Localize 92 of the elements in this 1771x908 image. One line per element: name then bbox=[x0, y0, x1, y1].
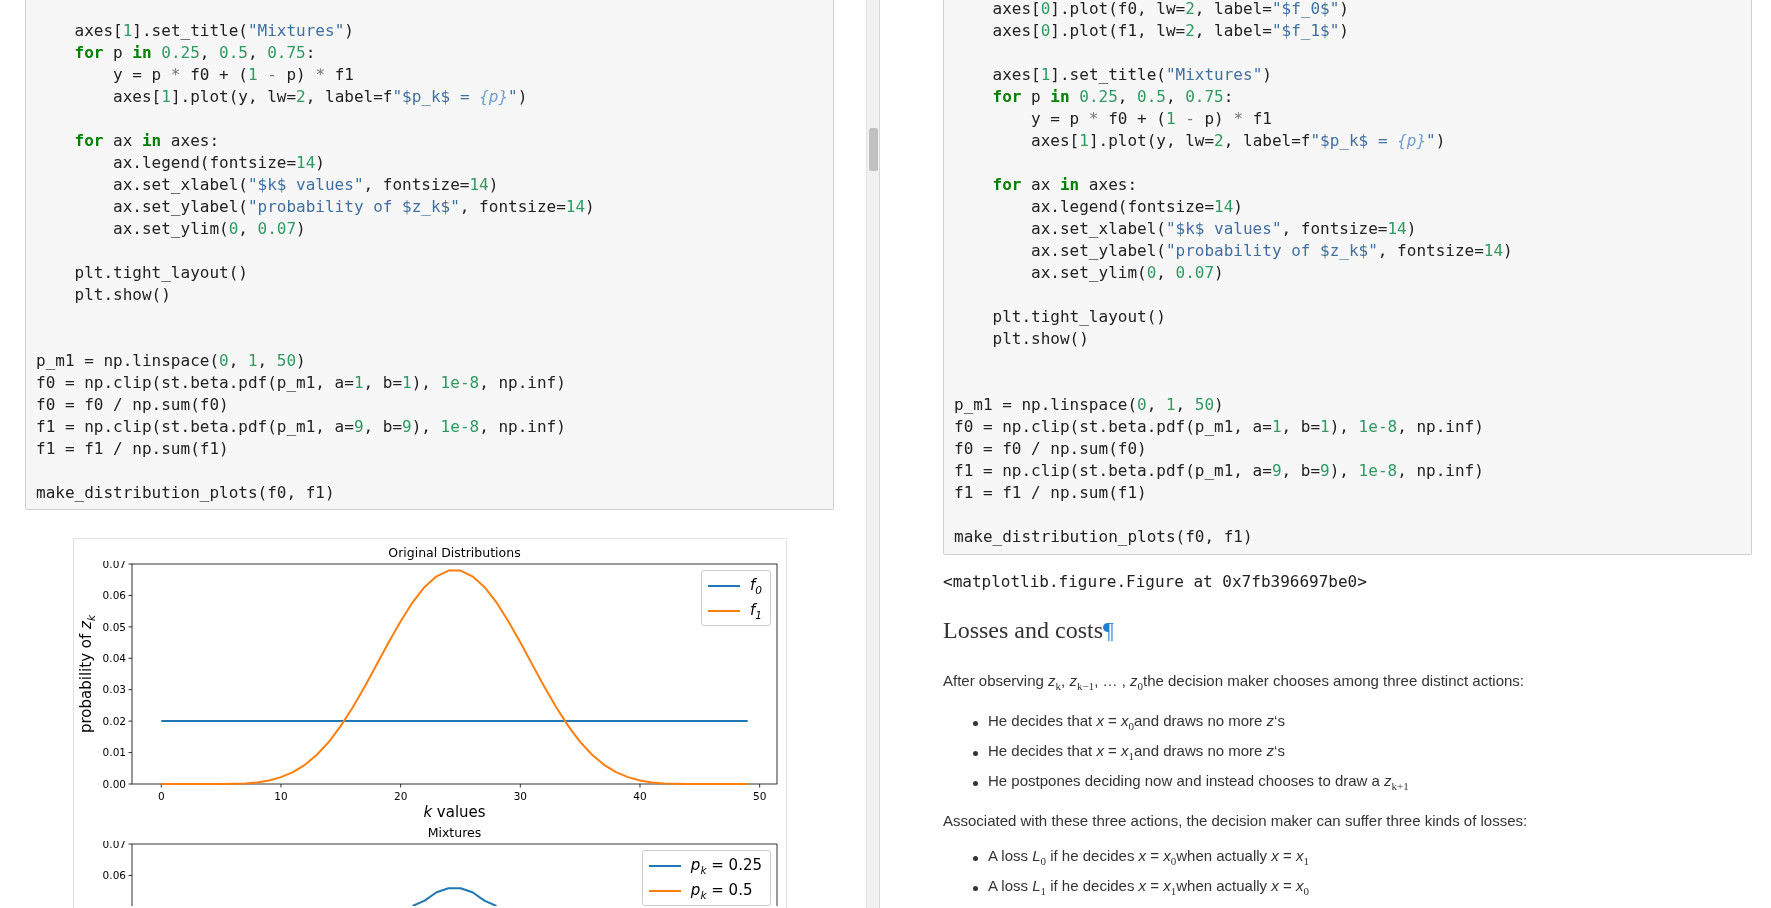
code-line: f1 = f1 / np.sum(f1) bbox=[36, 438, 230, 460]
code-line: f1 = np.clip(st.beta.pdf(p_m1, a=9, b=9), 1e-8, np.inf) bbox=[954, 460, 1485, 482]
legend-label: p$_{k}$ = 0.5 bbox=[690, 880, 753, 901]
tick-label: 30 bbox=[513, 789, 527, 802]
tick-label: 0.01 bbox=[102, 746, 126, 759]
tick-label: 0.06 bbox=[102, 869, 126, 882]
code-line: make_distribution_plots(f0, f1) bbox=[954, 526, 1254, 548]
tick-mark bbox=[160, 783, 162, 788]
code-line: ax.set_ylabel("probability of $z_k$", fontsize=14) bbox=[1030, 240, 1514, 262]
code-line: axes[0].plot(f0, lw=2, label="$f_0$") bbox=[991, 0, 1350, 20]
tick-label: 10 bbox=[274, 789, 288, 802]
code-line: f0 = np.clip(st.beta.pdf(p_m1, a=1, b=1), 1e-8, np.inf) bbox=[36, 372, 567, 394]
code-line: axes[0].plot(f1, lw=2, label="$f_1$") bbox=[991, 20, 1350, 42]
code-line: make_distribution_plots(f0, f1) bbox=[36, 482, 336, 504]
tick-mark bbox=[400, 783, 402, 788]
tick-mark bbox=[128, 752, 133, 753]
code-line: y = p * f0 + (1 - p) * f1 bbox=[112, 64, 355, 86]
legend-swatch bbox=[708, 609, 741, 612]
code-line: f0 = f0 / np.sum(f0) bbox=[954, 438, 1148, 460]
tick-label: 0.00 bbox=[102, 777, 126, 790]
bullet-icon bbox=[973, 720, 978, 726]
tick-label: 0.02 bbox=[102, 714, 126, 727]
scrollbar-thumb[interactable] bbox=[869, 128, 878, 171]
code-line: axes[1].set_title("Mixtures") bbox=[73, 20, 355, 42]
code-line: f1 = np.clip(st.beta.pdf(p_m1, a=9, b=9), 1e-8, np.inf) bbox=[36, 416, 567, 438]
tick-label: 0.03 bbox=[102, 683, 126, 696]
code-line: for ax in axes: bbox=[73, 130, 221, 152]
tick-mark bbox=[280, 783, 282, 788]
chart-title: Original Distributions bbox=[388, 545, 521, 561]
tick-label: 0.04 bbox=[102, 652, 126, 664]
code-line: plt.tight_layout() bbox=[991, 306, 1167, 328]
tick-label: 0.05 bbox=[102, 620, 126, 633]
code-line: for ax in axes: bbox=[991, 174, 1139, 196]
bullet-icon bbox=[973, 855, 978, 861]
list-item-text: He decides that x = x$_{1}$and draws no more z‘s bbox=[988, 740, 1285, 764]
tick-label: 20 bbox=[393, 789, 408, 802]
tick-label: 40 bbox=[633, 789, 647, 802]
legend-label: p$_{k}$ = 0.25 bbox=[690, 855, 762, 876]
code-line: ax.set_xlabel("$k$ values", fontsize=14) bbox=[112, 174, 500, 196]
tick-mark bbox=[128, 689, 133, 691]
code-line: plt.show() bbox=[73, 284, 172, 306]
code-line: p_m1 = np.linspace(0, 1, 50) bbox=[954, 394, 1225, 416]
bullet-icon bbox=[973, 885, 978, 891]
code-line: p_m1 = np.linspace(0, 1, 50) bbox=[36, 350, 307, 372]
tick-mark bbox=[639, 783, 641, 788]
code-line: plt.tight_layout() bbox=[73, 262, 249, 284]
tick-mark bbox=[128, 626, 133, 628]
code-line: axes[1].plot(y, lw=2, label=f"$p_k$ = {p}") bbox=[112, 86, 529, 108]
anchor-link[interactable]: ¶ bbox=[1103, 617, 1114, 643]
bullet-icon bbox=[973, 750, 978, 756]
tick-mark bbox=[128, 595, 133, 596]
code-line: y = p * f0 + (1 - p) * f1 bbox=[1030, 108, 1273, 130]
code-line: axes[1].set_title("Mixtures") bbox=[991, 64, 1273, 86]
code-line: ax.legend(fontsize=14) bbox=[112, 152, 326, 174]
axis-label: k values bbox=[423, 803, 486, 821]
code-line: ax.set_ylim(0, 0.07) bbox=[112, 218, 307, 240]
paragraph: Associated with these three actions, the decision maker can suffer three kinds of losses: bbox=[943, 811, 1529, 831]
tick-mark bbox=[128, 875, 133, 876]
scrollbar[interactable] bbox=[866, 0, 879, 908]
code-line: for p in 0.25, 0.5, 0.75: bbox=[73, 42, 317, 64]
code-line: ax.set_xlabel("$k$ values", fontsize=14) bbox=[1030, 218, 1418, 240]
list-item-text: He decides that x = x$_{0}$and draws no more z‘s bbox=[988, 710, 1285, 734]
code-line: ax.legend(fontsize=14) bbox=[1030, 196, 1244, 218]
tick-label: 0 bbox=[157, 789, 165, 802]
tick-mark bbox=[128, 720, 133, 722]
code-line: axes[1].plot(y, lw=2, label=f"$p_k$ = {p}") bbox=[1030, 130, 1447, 152]
tick-mark bbox=[128, 843, 133, 845]
list-item-text: He postpones deciding now and instead chooses to draw a z$_{k+1}$ bbox=[988, 770, 1409, 794]
code-line: for p in 0.25, 0.5, 0.75: bbox=[991, 86, 1235, 108]
list-item-text: A loss L$_{0}$ if he decides x = x$_{0}$when actually x = x$_{1}$ bbox=[988, 845, 1309, 869]
tick-mark bbox=[759, 783, 761, 788]
bullet-icon bbox=[973, 780, 978, 786]
code-line: ax.set_ylabel("probability of $z_k$", fontsize=14) bbox=[112, 196, 596, 218]
paragraph: After observing z$_{k}$, z$_{k−1}$, … , z$_{0}$the decision maker chooses among three distinct actions: bbox=[943, 671, 1525, 694]
code-line: f0 = np.clip(st.beta.pdf(p_m1, a=1, b=1), 1e-8, np.inf) bbox=[954, 416, 1485, 438]
section-heading: Losses and costs bbox=[943, 617, 1103, 643]
tick-label: 50 bbox=[752, 789, 767, 802]
output-text: <matplotlib.figure.Figure at 0x7fb396697be0> bbox=[943, 571, 1367, 593]
legend-swatch bbox=[708, 584, 741, 587]
tick-mark bbox=[128, 563, 133, 565]
tick-label: 0.06 bbox=[102, 589, 126, 602]
chart-title: Mixtures bbox=[427, 825, 482, 841]
code-line: f0 = f0 / np.sum(f0) bbox=[36, 394, 230, 416]
tick-mark bbox=[128, 783, 133, 785]
legend-label: f$_{1}$ bbox=[750, 600, 762, 621]
code-line: plt.show() bbox=[991, 328, 1090, 350]
tick-mark bbox=[519, 783, 521, 788]
legend-label: f$_{0}$ bbox=[750, 575, 762, 596]
tick-mark bbox=[128, 657, 133, 659]
code-line: ax.set_ylim(0, 0.07) bbox=[1030, 262, 1225, 284]
code-line: f1 = f1 / np.sum(f1) bbox=[954, 482, 1148, 504]
list-item-text: A loss L$_{1}$ if he decides x = x$_{1}$when actually x = x$_{0}$ bbox=[988, 875, 1309, 899]
